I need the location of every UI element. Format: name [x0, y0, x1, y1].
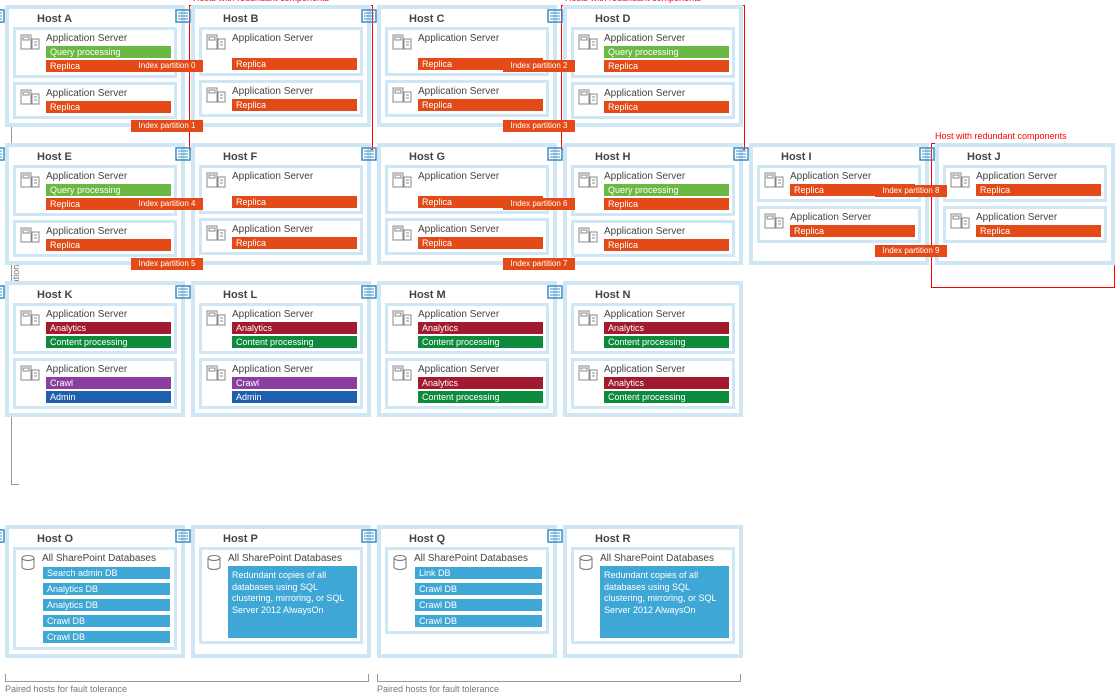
- replica-badge: Replica: [604, 60, 729, 72]
- server-icon: [392, 87, 412, 110]
- host-Q: Host Q All SharePoint Databases Link DB …: [377, 525, 557, 658]
- host-L: Host L Application ServerAnalyticsConten…: [191, 281, 371, 417]
- foot-brackets: Paired hosts for fault tolerance Paired …: [5, 674, 1115, 694]
- host-H: Host H Application ServerQuery processin…: [563, 143, 743, 265]
- footnote-2: Paired hosts for fault tolerance: [377, 684, 499, 694]
- host-R: Host R All SharePoint Databases Redundan…: [563, 525, 743, 658]
- host-title: Host A: [37, 13, 177, 25]
- database-icon: [392, 554, 412, 577]
- idx-3: Index partition 3: [503, 120, 575, 132]
- host-F: Host F Application ServerReplica Applica…: [191, 143, 371, 265]
- db-note: Redundant copies of all databases using …: [600, 566, 729, 638]
- idx-5: Index partition 5: [131, 258, 203, 270]
- host-K: Host K Application ServerAnalyticsConten…: [5, 281, 185, 417]
- row-2: Host with redundant components Index par…: [5, 143, 1115, 265]
- database-icon: [578, 554, 598, 577]
- replica-badge: Replica: [232, 99, 357, 111]
- server-rack-icon: [361, 9, 377, 23]
- database-icon: [206, 554, 226, 577]
- replica-badge: Replica: [604, 101, 729, 113]
- host-N: Host N Application ServerAnalyticsConten…: [563, 281, 743, 417]
- idx-1: Index partition 1: [131, 120, 203, 132]
- server-icon: [206, 34, 226, 57]
- replica-badge: Replica: [418, 99, 543, 111]
- host-O: Host O All SharePoint Databases Search a…: [5, 525, 185, 658]
- host-B: Host B Application Server Replica Applic…: [191, 5, 371, 127]
- server-icon: [20, 89, 40, 112]
- diagram-root: Application Servers Hosts with redundant…: [5, 5, 1112, 525]
- query-processing-badge: Query processing: [604, 46, 729, 58]
- replica-badge: Replica: [46, 101, 171, 113]
- server-icon: [20, 34, 40, 57]
- server-rack-icon: [547, 9, 563, 23]
- app-server: Application Server Replica: [385, 80, 549, 117]
- replica-badge: Replica: [232, 58, 357, 70]
- app-server: Application Server Replica: [13, 82, 177, 119]
- host-J: Host J Application ServerReplica Applica…: [935, 143, 1115, 265]
- server-icon: [392, 34, 412, 57]
- app-server: Application Server Replica: [571, 82, 735, 119]
- db-note: Redundant copies of all databases using …: [228, 566, 357, 638]
- server-icon: [206, 87, 226, 110]
- db-section: Database Servers Host O All SharePoint D…: [5, 525, 1112, 694]
- idx-0: Index partition 0: [131, 60, 203, 72]
- host-title: Host C: [409, 13, 549, 25]
- host-title: Host D: [595, 13, 735, 25]
- host-D: Host D Application Server Query processi…: [563, 5, 743, 127]
- row-3: Host K Application ServerAnalyticsConten…: [5, 281, 1115, 417]
- app-server: Application Server Replica: [199, 80, 363, 117]
- footnote-1: Paired hosts for fault tolerance: [5, 684, 127, 694]
- idx-9: Index partition 9: [875, 245, 947, 257]
- app-server: Application Server Query processing Repl…: [571, 27, 735, 78]
- idx-6: Index partition 6: [503, 198, 575, 210]
- server-rack-icon: [175, 9, 191, 23]
- query-processing-badge: Query processing: [46, 46, 171, 58]
- row-1: Hosts with redundant components Hosts wi…: [5, 5, 1115, 127]
- server-rack-icon: [0, 9, 5, 23]
- database-icon: [20, 554, 40, 577]
- red-label-1: Hosts with redundant components: [193, 0, 329, 3]
- server-icon: [578, 34, 598, 57]
- server-icon: [578, 89, 598, 112]
- idx-8: Index partition 8: [875, 185, 947, 197]
- idx-4: Index partition 4: [131, 198, 203, 210]
- app-server: Application Server Replica: [199, 27, 363, 76]
- host-P: Host P All SharePoint Databases Redundan…: [191, 525, 371, 658]
- host-M: Host M Application ServerAnalyticsConten…: [377, 281, 557, 417]
- idx-2: Index partition 2: [503, 60, 575, 72]
- red-label-3: Host with redundant components: [935, 131, 1067, 141]
- host-title: Host B: [223, 13, 363, 25]
- idx-7: Index partition 7: [503, 258, 575, 270]
- red-label-2: Hosts with redundant components: [565, 0, 701, 3]
- server-rack-icon: [0, 147, 5, 161]
- row-db: Host O All SharePoint Databases Search a…: [5, 525, 1115, 658]
